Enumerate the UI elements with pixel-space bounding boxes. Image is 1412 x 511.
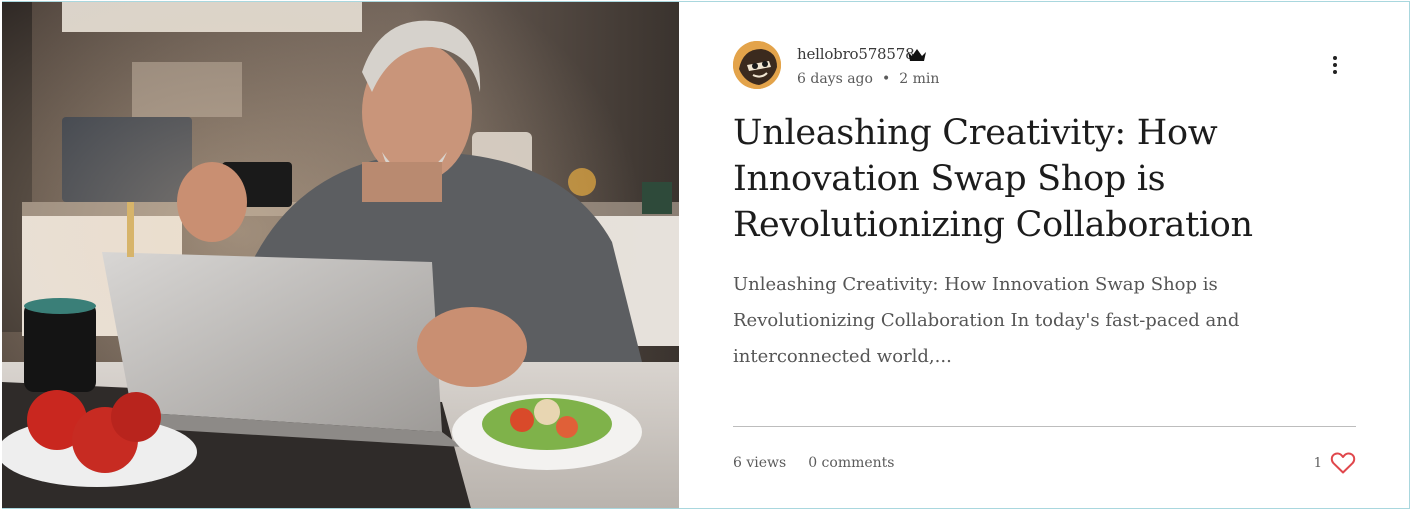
comments-count[interactable]: 0 comments <box>808 455 894 471</box>
post-excerpt[interactable]: Unleashing Creativity: How Innovation Sw… <box>733 267 1293 375</box>
published-time: 6 days ago <box>797 71 873 87</box>
heart-outline-icon[interactable] <box>1330 451 1356 475</box>
crown-icon <box>907 47 927 61</box>
post-stats: 6 views 0 comments <box>733 455 895 471</box>
more-vertical-icon[interactable] <box>1328 53 1342 79</box>
post-cover-image[interactable] <box>2 2 679 508</box>
views-count: 6 views <box>733 455 787 471</box>
divider <box>733 426 1356 427</box>
post-title[interactable]: Unleashing Creativity: How Innovation Sw… <box>733 110 1356 248</box>
author-name[interactable]: hellobro578578 <box>797 45 915 63</box>
read-time: 2 min <box>899 71 940 87</box>
post-meta: 6 days ago • 2 min <box>797 71 939 87</box>
meta-separator: • <box>881 71 891 87</box>
post-content: hellobro578578 6 days ago • 2 min Unleashi… <box>733 2 1356 508</box>
like-count: 1 <box>1313 455 1322 471</box>
blog-post-card: hellobro578578 6 days ago • 2 min Unleashi… <box>2 1 1410 509</box>
likes: 1 <box>1314 451 1356 477</box>
author-row: hellobro578578 6 days ago • 2 min <box>733 41 1356 93</box>
author-avatar[interactable] <box>733 41 781 89</box>
